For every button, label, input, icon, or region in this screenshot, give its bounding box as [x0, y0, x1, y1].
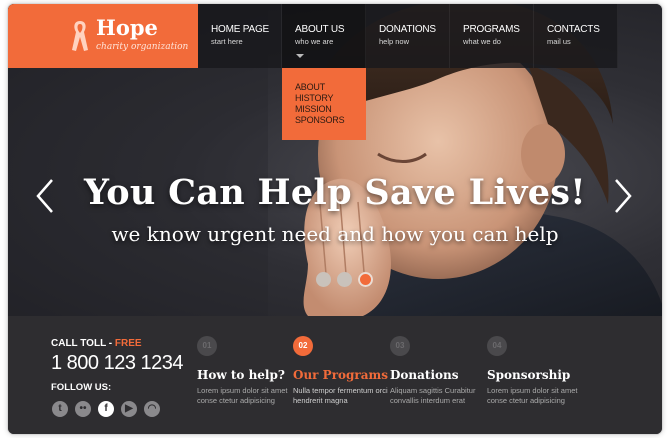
social-links: t •• f ▶ ◠: [52, 401, 160, 417]
nav-sublabel: who we are: [295, 37, 334, 46]
awareness-ribbon-icon: [72, 21, 88, 51]
logo-name: Hope: [96, 15, 158, 40]
logo[interactable]: Hope charity organization: [8, 4, 198, 68]
feature-text: Lorem ipsum dolor sit amet conse ctetur …: [487, 386, 578, 405]
dropdown-item-about[interactable]: ABOUT: [295, 82, 366, 93]
feature-text: Aliquam sagittis Curabitur convallis int…: [390, 386, 476, 405]
follow-label: FOLLOW US:: [51, 382, 112, 393]
nav-label: PROGRAMS: [463, 24, 520, 35]
feature-text: Lorem ipsum dolor sit amet conse ctetur …: [197, 386, 288, 405]
feature-title[interactable]: Donations: [390, 368, 500, 382]
feature-title[interactable]: Sponsorship: [487, 368, 597, 382]
about-dropdown-menu: ABOUT HISTORY MISSION SPONSORS: [282, 68, 366, 140]
nav-sublabel: mail us: [547, 37, 571, 46]
feature-donations: 03 Donations Aliquam sagittis Curabitur …: [390, 336, 500, 406]
nav-item-about[interactable]: ABOUT US who we are: [282, 4, 366, 68]
rss-icon[interactable]: ◠: [144, 401, 160, 417]
nav-label: HOME PAGE: [211, 24, 270, 35]
main-nav: HOME PAGE start here ABOUT US who we are…: [198, 4, 618, 68]
youtube-icon[interactable]: ▶: [121, 401, 137, 417]
info-panel: CALL TOLL - FREE 1 800 123 1234 FOLLOW U…: [8, 316, 662, 434]
feature-our-programs: 02 Our Programs Nulla tempor fermentum o…: [293, 336, 403, 406]
chevron-down-icon: [296, 54, 304, 58]
nav-item-programs[interactable]: PROGRAMS what we do: [450, 4, 534, 68]
dropdown-item-history[interactable]: HISTORY: [295, 93, 366, 104]
feature-sponsorship: 04 Sponsorship Lorem ipsum dolor sit ame…: [487, 336, 597, 406]
twitter-icon[interactable]: t: [52, 401, 68, 417]
feature-how-to-help: 01 How to help? Lorem ipsum dolor sit am…: [197, 336, 307, 406]
nav-label: DONATIONS: [379, 24, 436, 35]
nav-sublabel: what we do: [463, 37, 501, 46]
call-label-accent: FREE: [114, 338, 142, 349]
feature-title[interactable]: Our Programs: [293, 368, 403, 382]
nav-sublabel: start here: [211, 37, 243, 46]
nav-label: ABOUT US: [295, 24, 345, 35]
nav-item-donations[interactable]: DONATIONS help now: [366, 4, 450, 68]
logo-tagline: charity organization: [96, 42, 189, 52]
slider-dot-1[interactable]: [316, 272, 331, 287]
slider-dot-2[interactable]: [337, 272, 352, 287]
call-label-text: CALL TOLL -: [51, 338, 115, 349]
feature-number: 01: [197, 336, 217, 356]
phone-number: 1 800 123 1234: [51, 352, 184, 374]
slide-subtitle: we know urgent need and how you can help: [111, 222, 559, 246]
facebook-icon[interactable]: f: [98, 401, 114, 417]
feature-number: 04: [487, 336, 507, 356]
feature-title[interactable]: How to help?: [197, 368, 307, 382]
nav-label: CONTACTS: [547, 24, 600, 35]
nav-sublabel: help now: [379, 37, 410, 46]
website-frame: You Can Help Save Lives! we know urgent …: [8, 4, 662, 434]
feature-number: 03: [390, 336, 410, 356]
dropdown-item-mission[interactable]: MISSION: [295, 104, 366, 115]
dropdown-item-sponsors[interactable]: SPONSORS: [295, 115, 366, 126]
nav-item-contacts[interactable]: CONTACTS mail us: [534, 4, 618, 68]
nav-item-home[interactable]: HOME PAGE start here: [198, 4, 282, 68]
slider-pagination: [316, 272, 373, 287]
slide-title: You Can Help Save Lives!: [84, 172, 586, 213]
feature-text: Nulla tempor fermentum orci hendrerit ma…: [293, 386, 388, 405]
feature-number: 02: [293, 336, 313, 356]
slider-dot-3[interactable]: [358, 272, 373, 287]
flickr-icon[interactable]: ••: [75, 401, 91, 417]
call-label: CALL TOLL - FREE: [51, 338, 142, 349]
